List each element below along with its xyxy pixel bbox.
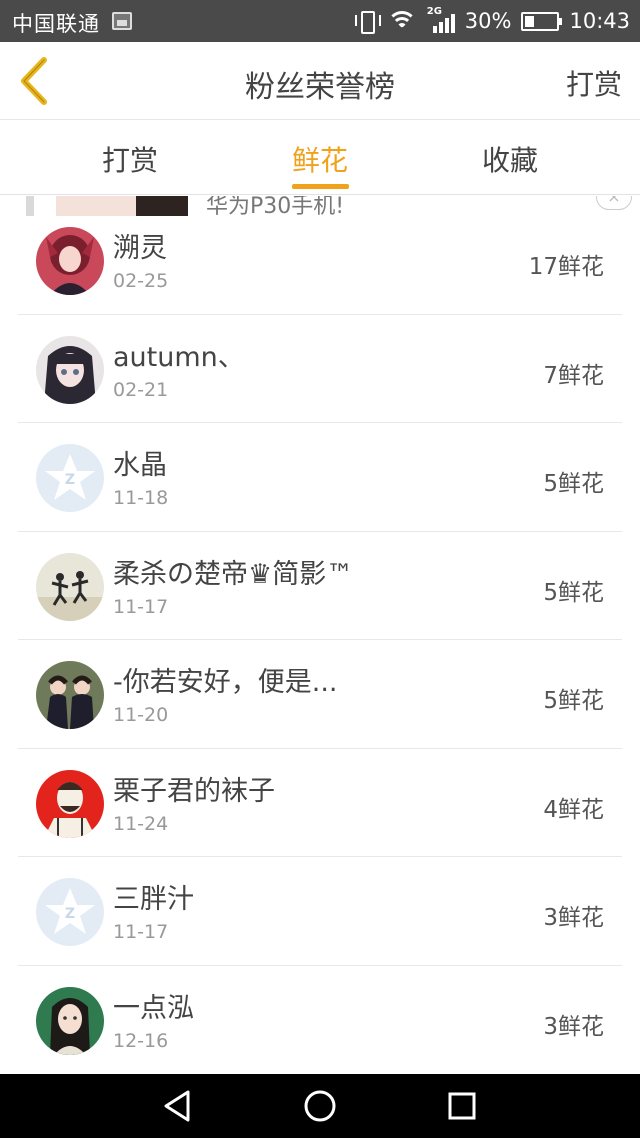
- nav-recent-button[interactable]: [442, 1086, 482, 1126]
- image-icon: [112, 12, 132, 30]
- fan-date: 11-17: [113, 595, 169, 618]
- reward-button[interactable]: 打赏: [566, 63, 622, 103]
- fan-name: 水晶: [113, 450, 167, 481]
- page-title: 粉丝荣誉榜: [245, 70, 395, 105]
- triangle-back-icon: [164, 1090, 190, 1122]
- flower-count: 5鲜花: [543, 471, 604, 497]
- clock: 10:43: [569, 9, 630, 33]
- list-item[interactable]: 一点泓 12-16 3鲜花: [0, 966, 640, 1075]
- square-recent-icon: [448, 1092, 476, 1120]
- nav-home-button[interactable]: [300, 1086, 340, 1126]
- list-item[interactable]: 栗子君的袜子 11-24 4鲜花: [0, 749, 640, 858]
- avatar: [36, 335, 104, 404]
- tab-flowers[interactable]: 鲜花: [260, 139, 380, 179]
- flower-count: 3鲜花: [543, 1013, 604, 1040]
- battery-percent: 30%: [464, 9, 512, 33]
- fan-date: 02-21: [113, 378, 169, 401]
- list-item[interactable]: -你若安好，便是... 11-20 5鲜花: [0, 640, 640, 749]
- flower-count: 3鲜花: [543, 905, 604, 931]
- navigation-bar: [0, 1074, 640, 1138]
- vibrate-icon: [354, 10, 381, 34]
- flower-count: 5鲜花: [543, 688, 604, 714]
- flower-count: 17鲜花: [528, 254, 604, 280]
- fan-name: 一点泓: [113, 992, 194, 1024]
- flower-count: 5鲜花: [543, 579, 604, 606]
- fan-name: 柔杀の楚帝♛简影™: [113, 558, 354, 590]
- avatar: Z: [36, 444, 104, 512]
- fan-list: 溯灵 02-25 17鲜花 autumn、 02-21 7鲜花 Z 水晶 11-…: [0, 206, 640, 1074]
- fan-date: 12-16: [113, 1029, 169, 1052]
- battery-icon: [521, 11, 563, 31]
- avatar: Z: [36, 878, 104, 946]
- avatar: [36, 552, 104, 621]
- svg-text:Z: Z: [65, 472, 75, 488]
- tab-favorites[interactable]: 收藏: [450, 139, 570, 179]
- avatar: [36, 986, 104, 1055]
- svg-text:Z: Z: [65, 906, 75, 922]
- list-item[interactable]: 柔杀の楚帝♛简影™ 11-17 5鲜花: [0, 532, 640, 641]
- circle-home-icon: [304, 1090, 336, 1122]
- fan-name: 栗子君的袜子: [113, 775, 275, 807]
- fan-date: 11-18: [113, 487, 169, 509]
- wifi-icon: [386, 10, 417, 32]
- fan-name: -你若安好，便是...: [113, 667, 338, 698]
- avatar: [36, 769, 104, 838]
- fan-name: 溯灵: [113, 233, 167, 264]
- fan-date: 02-25: [113, 270, 169, 292]
- tab-reward[interactable]: 打赏: [70, 139, 190, 179]
- fan-name: 三胖汁: [113, 884, 194, 915]
- list-item[interactable]: Z 三胖汁 11-17 3鲜花: [0, 857, 640, 966]
- avatar: [36, 227, 104, 295]
- fan-name: autumn、: [113, 341, 245, 373]
- fan-date: 11-17: [113, 921, 169, 943]
- carrier-name: 中国联通: [12, 12, 100, 36]
- fan-date: 11-20: [113, 704, 169, 726]
- flower-count: 4鲜花: [543, 796, 604, 823]
- list-item[interactable]: Z 水晶 11-18 5鲜花: [0, 423, 640, 532]
- flower-count: 7鲜花: [543, 362, 604, 389]
- active-tab-indicator: [292, 184, 349, 189]
- avatar: [36, 661, 104, 729]
- signal-icon: 2G: [427, 6, 455, 33]
- tab-bar: 打赏 鲜花 收藏: [0, 121, 640, 195]
- list-item[interactable]: autumn、 02-21 7鲜花: [0, 315, 640, 424]
- fan-date: 11-24: [113, 812, 169, 835]
- nav-back-button[interactable]: [158, 1086, 198, 1126]
- status-bar: 中国联通 2G 30% 10:43: [0, 0, 640, 42]
- list-item[interactable]: 溯灵 02-25 17鲜花: [0, 206, 640, 315]
- header: 粉丝荣誉榜 打赏: [0, 42, 640, 120]
